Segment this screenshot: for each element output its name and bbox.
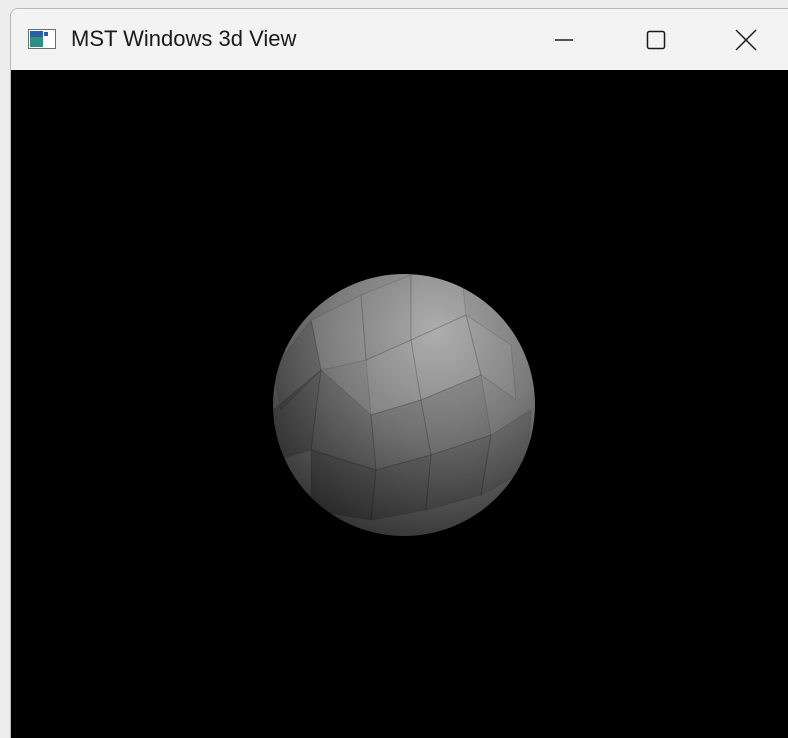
- minimize-button[interactable]: [518, 9, 610, 70]
- window-title: MST Windows 3d View: [71, 26, 297, 51]
- 3d-scene: [273, 274, 535, 536]
- close-icon: [734, 28, 757, 51]
- 3d-viewport[interactable]: [11, 70, 788, 738]
- app-window-icon: [28, 29, 56, 49]
- faceted-sphere: [273, 274, 535, 536]
- app-window: MST Windows 3d View: [10, 8, 788, 738]
- maximize-button[interactable]: [610, 9, 702, 70]
- title-bar[interactable]: MST Windows 3d View: [11, 9, 788, 70]
- minimize-icon: [555, 38, 573, 41]
- maximize-icon: [646, 30, 666, 49]
- close-button[interactable]: [702, 9, 788, 70]
